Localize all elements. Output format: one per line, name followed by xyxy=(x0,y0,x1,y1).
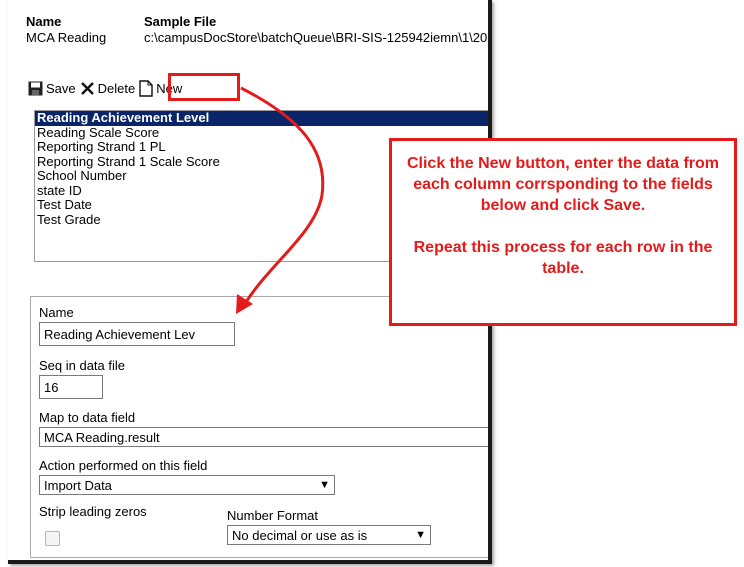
name-field-input[interactable] xyxy=(39,322,235,346)
new-document-icon xyxy=(139,79,153,97)
delete-label: Delete xyxy=(97,80,136,96)
instruction-callout: Click the New button, enter the data fro… xyxy=(389,138,737,326)
delete-x-icon xyxy=(80,81,94,95)
name-field-label: Name xyxy=(39,305,74,320)
strip-zeros-checkbox[interactable] xyxy=(45,531,60,546)
save-icon xyxy=(28,81,43,95)
strip-zeros-label: Strip leading zeros xyxy=(39,504,147,519)
dropdown-arrow-icon: ▼ xyxy=(415,529,426,541)
sample-file-path: c:\campusDocStore\batchQueue\BRI-SIS-125… xyxy=(144,30,492,45)
new-button-highlight xyxy=(168,73,240,101)
list-item-selected[interactable]: Reading Achievement Level xyxy=(35,110,488,126)
dropdown-arrow-icon: ▼ xyxy=(319,479,330,491)
save-button[interactable]: Save xyxy=(28,81,76,96)
number-format-select[interactable]: No decimal or use as is ▼ xyxy=(227,525,431,545)
dropdown-arrow-icon: ▼ xyxy=(489,431,492,443)
number-format-value: No decimal or use as is xyxy=(232,527,368,543)
number-format-label: Number Format xyxy=(227,508,319,523)
seq-field-input[interactable] xyxy=(39,375,103,399)
delete-button[interactable]: Delete xyxy=(80,80,136,96)
seq-field-label: Seq in data file xyxy=(39,358,126,373)
layout-name-value: MCA Reading xyxy=(26,30,107,45)
action-field-value: Import Data xyxy=(44,477,112,493)
sample-file-header-label: Sample File xyxy=(144,14,217,29)
field-detail-panel: Name Seq in data file Map to data field … xyxy=(30,296,492,558)
map-field-label: Map to data field xyxy=(39,410,136,425)
save-label: Save xyxy=(46,80,76,96)
name-header-label: Name xyxy=(26,14,62,29)
callout-repeat-text: Repeat this process for each row in the … xyxy=(413,239,713,277)
callout-instruction-text: Click the New button, enter the data fro… xyxy=(406,155,720,214)
toolbar: Save Delete New xyxy=(28,78,186,98)
map-field-select[interactable]: MCA Reading.result ▼ xyxy=(39,427,492,447)
action-field-select[interactable]: Import Data ▼ xyxy=(39,475,335,495)
action-field-label: Action performed on this field xyxy=(39,458,208,473)
map-field-value: MCA Reading.result xyxy=(44,429,160,445)
